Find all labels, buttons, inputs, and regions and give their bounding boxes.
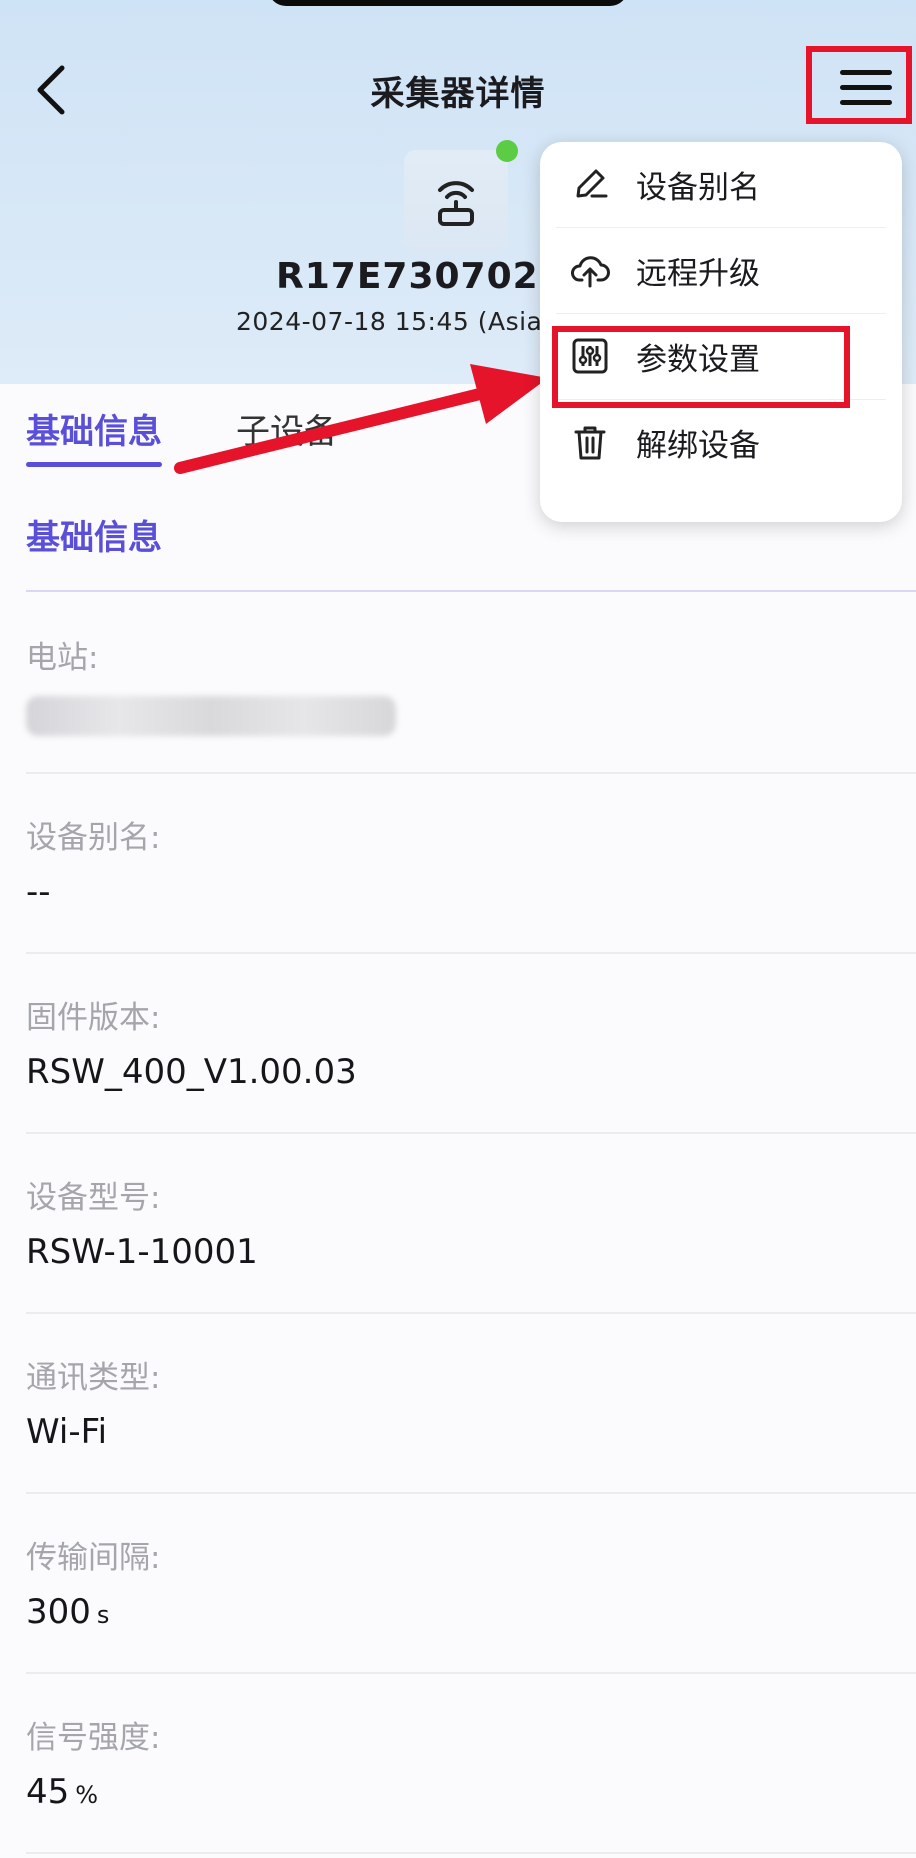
edit-icon: [576, 169, 608, 198]
trash-icon: [574, 426, 606, 460]
menu-item-label: 远程升级: [636, 256, 760, 292]
menu-item-label: 解绑设备: [636, 428, 760, 464]
menu-item-label: 设备别名: [636, 170, 760, 206]
highlight-box-parameter-settings: [552, 326, 850, 408]
menu-item-device-alias[interactable]: 设备别名: [540, 142, 902, 228]
menu-item-unbind-device[interactable]: 解绑设备: [540, 400, 902, 486]
menu-item-remote-upgrade[interactable]: 远程升级: [540, 228, 902, 314]
cloud-upload-icon: [571, 256, 610, 288]
